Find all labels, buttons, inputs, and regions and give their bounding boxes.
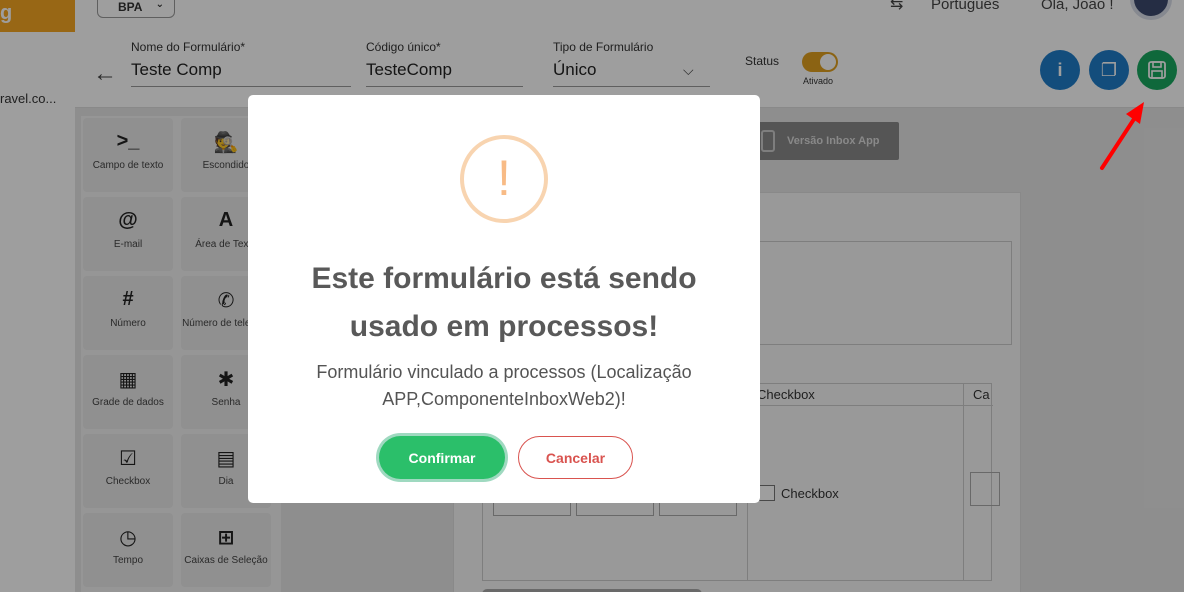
exclamation-icon: ! bbox=[497, 150, 511, 206]
confirm-dialog: ! Este formulário está sendo usado em pr… bbox=[248, 95, 760, 503]
dialog-message: Formulário vinculado a processos (Locali… bbox=[316, 362, 692, 409]
warning-icon: ! bbox=[460, 135, 548, 223]
cancel-button[interactable]: Cancelar bbox=[518, 436, 633, 479]
dialog-title: Este formulário está sendo usado em proc… bbox=[311, 262, 697, 343]
confirm-button[interactable]: Confirmar bbox=[379, 436, 505, 479]
annotation-arrow-icon bbox=[1100, 102, 1144, 170]
